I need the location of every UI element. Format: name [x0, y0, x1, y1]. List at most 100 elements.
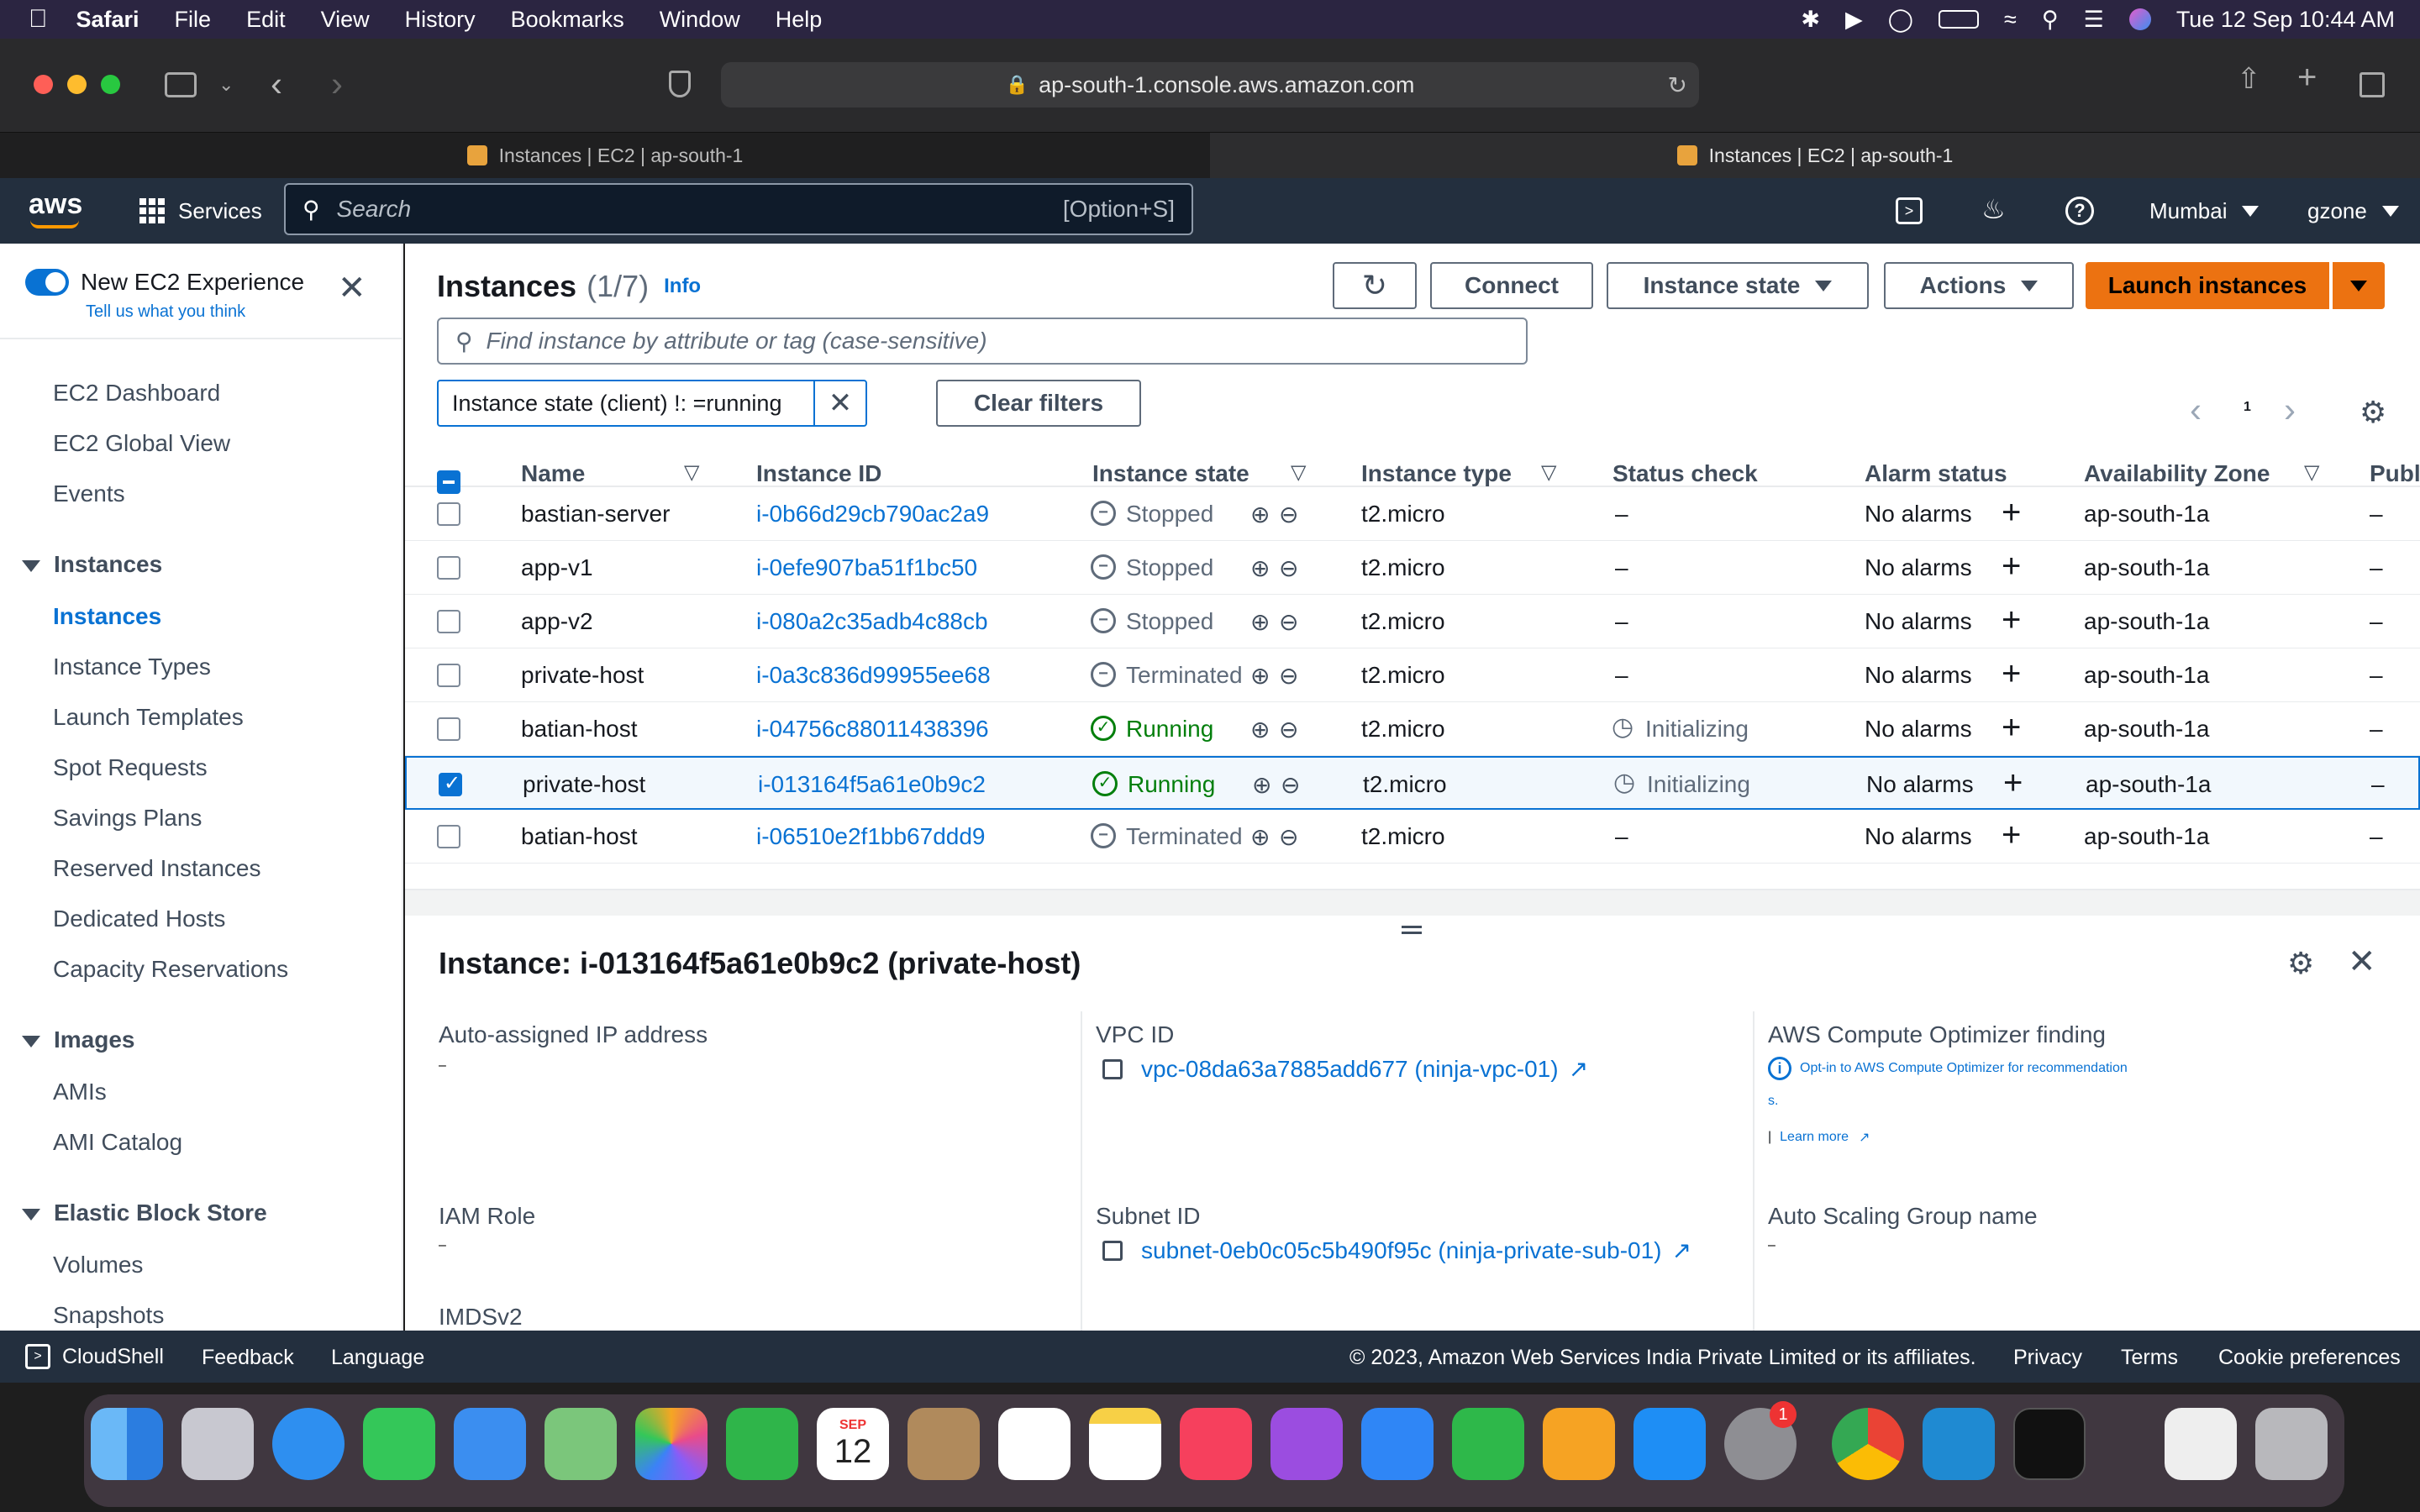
play-icon[interactable]: ▶ [1845, 7, 1863, 33]
share-icon[interactable]: ⇧ [2237, 62, 2261, 96]
battery-icon[interactable] [1938, 10, 1979, 29]
new-experience-toggle[interactable] [25, 269, 69, 296]
notes-icon[interactable] [1089, 1408, 1161, 1480]
add-alarm-icon[interactable]: + [2002, 494, 2021, 532]
podcasts-icon[interactable] [1270, 1408, 1343, 1480]
zoom-in-icon[interactable]: ⊕ [1250, 554, 1270, 582]
pages-icon[interactable] [1543, 1408, 1615, 1480]
add-alarm-icon[interactable]: + [2002, 709, 2021, 747]
table-row[interactable]: app-v2 i-080a2c35adb4c88cb − Stopped ⊕ ⊖ t2.mi… [405, 595, 2420, 648]
detail-close-icon[interactable]: ✕ [2348, 942, 2376, 981]
nav-section-instances[interactable]: Instances [22, 551, 162, 578]
spotlight-icon[interactable]: ⚲ [2042, 7, 2059, 33]
add-alarm-icon[interactable]: + [2002, 655, 2021, 693]
wifi-icon[interactable]: ≈ [2004, 7, 2017, 33]
external-link-icon[interactable]: ↗ [1859, 1129, 1870, 1146]
launch-dropdown-button[interactable] [2333, 262, 2385, 309]
zoom-in-icon[interactable]: ⊕ [1250, 662, 1270, 690]
learn-more-link[interactable]: Learn more [1780, 1130, 1849, 1145]
nav-events[interactable]: Events [53, 480, 125, 507]
col-name[interactable]: Name [521, 460, 585, 487]
zoom-in-icon[interactable]: ⊕ [1250, 501, 1270, 528]
launch-instances-button[interactable]: Launch instances [2086, 262, 2329, 309]
col-instance-state[interactable]: Instance state [1092, 460, 1249, 487]
terminal-icon[interactable] [2013, 1408, 2086, 1480]
external-link-icon[interactable]: ↗ [1672, 1236, 1691, 1264]
table-row[interactable]: batian-host i-06510e2f1bb67ddd9 − Terminate… [405, 810, 2420, 864]
chevron-down-icon[interactable]: ⌄ [218, 74, 234, 96]
instance-id-link[interactable]: i-0b66d29cb790ac2a9 [756, 501, 989, 528]
zoom-in-icon[interactable]: ⊕ [1250, 823, 1270, 851]
prev-page-icon[interactable]: ‹ [2190, 390, 2202, 430]
photos-icon[interactable] [635, 1408, 708, 1480]
account-menu[interactable]: gzone [2307, 178, 2399, 244]
table-row[interactable]: bastian-server i-0b66d29cb790ac2a9 − Stoppe… [405, 487, 2420, 541]
copy-icon[interactable] [1102, 1240, 1123, 1261]
add-alarm-icon[interactable]: + [2003, 764, 2023, 802]
sort-name-icon[interactable]: ▽ [684, 460, 699, 485]
row-checkbox[interactable] [437, 502, 460, 526]
zoom-out-icon[interactable]: ⊖ [1279, 662, 1298, 690]
launchpad-icon[interactable] [182, 1408, 254, 1480]
contacts-icon[interactable] [908, 1408, 980, 1480]
music-icon[interactable] [1180, 1408, 1252, 1480]
bluetooth-icon[interactable]: ✱ [1801, 7, 1820, 33]
nav-volumes[interactable]: Volumes [53, 1252, 143, 1278]
zoom-out-icon[interactable]: ⊖ [1281, 771, 1300, 799]
nav-reserved-instances[interactable]: Reserved Instances [53, 855, 260, 882]
row-checkbox[interactable] [437, 717, 460, 741]
control-center-icon[interactable]: ☰ [2084, 7, 2104, 33]
nav-snapshots[interactable]: Snapshots [53, 1302, 164, 1329]
menu-bookmarks[interactable]: Bookmarks [511, 7, 624, 33]
zoom-out-icon[interactable]: ⊖ [1279, 608, 1298, 636]
menu-history[interactable]: History [405, 7, 476, 33]
apple-icon[interactable]:  [29, 5, 48, 34]
actions-button[interactable]: Actions [1884, 262, 2074, 309]
messages-icon[interactable] [363, 1408, 435, 1480]
nav-spot-requests[interactable]: Spot Requests [53, 754, 208, 781]
optimizer-link[interactable]: Opt-in to AWS Compute Optimizer for reco… [1800, 1061, 2128, 1076]
page-number[interactable]: 1 [2244, 400, 2251, 415]
remove-filter-icon[interactable]: ✕ [813, 381, 865, 425]
row-checkbox[interactable] [437, 664, 460, 687]
sidebar-toggle-icon[interactable] [165, 72, 197, 97]
sort-state-icon[interactable]: ▽ [1291, 460, 1306, 485]
nav-capacity-reservations[interactable]: Capacity Reservations [53, 956, 288, 983]
instance-id-link[interactable]: i-04756c88011438396 [756, 716, 989, 743]
gear-icon[interactable]: ⚙ [2360, 395, 2386, 430]
connect-button[interactable]: Connect [1430, 262, 1593, 309]
detail-gear-icon[interactable]: ⚙ [2287, 946, 2314, 981]
nav-instances[interactable]: Instances [53, 603, 161, 630]
menu-view[interactable]: View [321, 7, 370, 33]
zoom-out-icon[interactable]: ⊖ [1279, 716, 1298, 743]
instance-id-link[interactable]: i-080a2c35adb4c88cb [756, 608, 988, 635]
nav-section-ebs[interactable]: Elastic Block Store [22, 1200, 267, 1226]
tab-instances-2[interactable]: Instances | EC2 | ap-south-1 [1210, 133, 2420, 178]
filter-token[interactable]: Instance state (client) !: =running ✕ [437, 380, 867, 427]
row-checkbox[interactable]: ✓ [439, 772, 462, 796]
tab-overview-icon[interactable] [2360, 72, 2385, 97]
close-icon[interactable]: ✕ [338, 269, 366, 307]
tab-instances-1[interactable]: Instances | EC2 | ap-south-1 [0, 133, 1210, 178]
table-row[interactable]: private-host i-0a3c836d99955ee68 − Terminat… [405, 648, 2420, 702]
tell-us-link[interactable]: Tell us what you think [86, 302, 245, 322]
zoom-in-icon[interactable]: ⊕ [1250, 608, 1270, 636]
finder-icon[interactable] [91, 1408, 163, 1480]
calendar-icon[interactable]: SEP 12 [817, 1408, 889, 1480]
nav-ec2-global-view[interactable]: EC2 Global View [53, 430, 230, 457]
aws-search-input[interactable]: ⚲ Search [Option+S] [284, 183, 1193, 235]
instance-id-link[interactable]: i-013164f5a61e0b9c2 [758, 771, 986, 798]
maps-icon[interactable] [544, 1408, 617, 1480]
app-store-icon[interactable] [1634, 1408, 1706, 1480]
user-icon[interactable]: ◯ [1888, 7, 1913, 33]
reminders-icon[interactable] [998, 1408, 1071, 1480]
privacy-link[interactable]: Privacy [2013, 1346, 2082, 1370]
nav-amis[interactable]: AMIs [53, 1079, 107, 1105]
region-selector[interactable]: Mumbai [2149, 178, 2260, 244]
info-link[interactable]: Info [664, 275, 701, 298]
sort-az-icon[interactable]: ▽ [2304, 460, 2319, 485]
col-status-check[interactable]: Status check [1612, 460, 1758, 487]
table-row[interactable]: batian-host i-04756c88011438396 ✓ Running ⊕ ⊖… [405, 702, 2420, 756]
zoom-out-icon[interactable]: ⊖ [1279, 823, 1298, 851]
row-checkbox[interactable] [437, 556, 460, 580]
